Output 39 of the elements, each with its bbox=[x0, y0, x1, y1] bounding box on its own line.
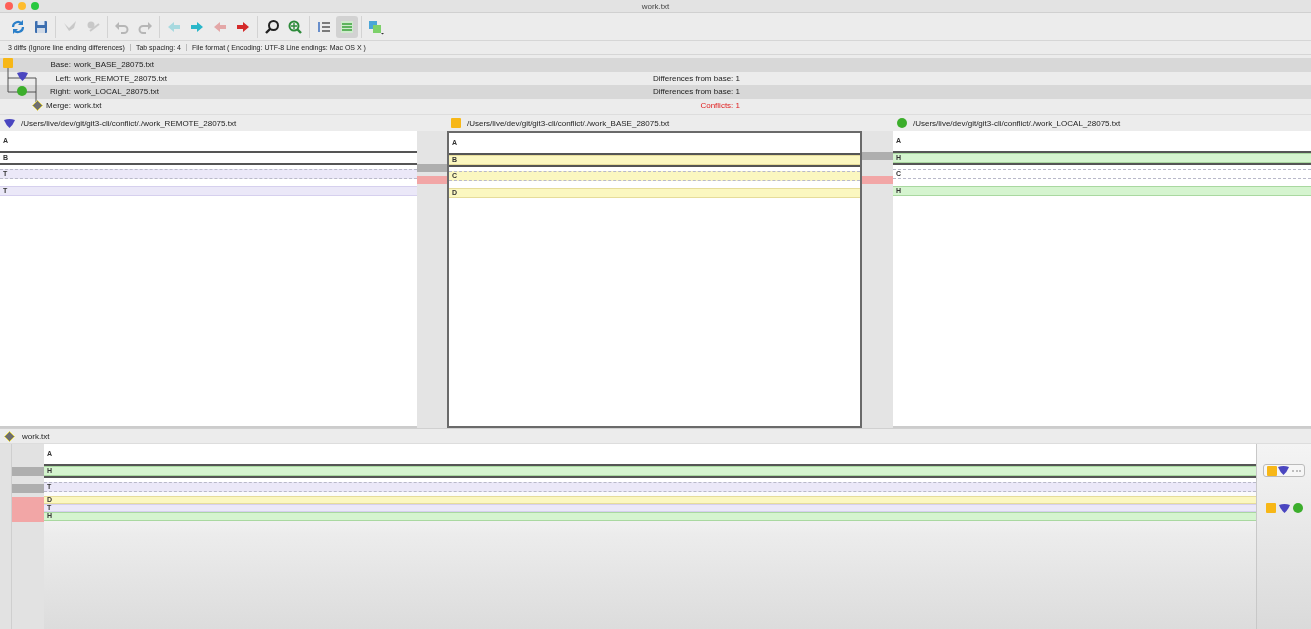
file-name: work_BASE_28075.txt bbox=[74, 60, 156, 70]
conflict-count: Conflicts: 1 bbox=[700, 100, 740, 110]
circle-icon bbox=[17, 86, 27, 96]
circle-icon bbox=[897, 118, 907, 128]
shield-icon bbox=[1278, 466, 1289, 476]
square-icon bbox=[451, 118, 461, 128]
file-path: /Users/live/dev/git/git3-cli/conflict/./work_BASE_28075.txt bbox=[467, 118, 670, 128]
resolve-choice-button[interactable] bbox=[1263, 464, 1305, 478]
square-icon bbox=[1265, 503, 1276, 513]
copy-icon bbox=[368, 18, 384, 35]
close-button[interactable] bbox=[5, 2, 13, 10]
square-icon bbox=[3, 58, 13, 68]
file-name: work_REMOTE_28075.txt bbox=[74, 73, 168, 83]
file-role-label: Base: bbox=[50, 60, 72, 70]
square-icon bbox=[1267, 465, 1277, 476]
magnifier-icon bbox=[287, 18, 303, 35]
difference-count: Differences from base: 1 bbox=[653, 73, 740, 83]
window-title: work.txt bbox=[641, 1, 670, 11]
save-icon bbox=[33, 18, 49, 35]
difference-count: Differences from base: 1 bbox=[653, 87, 740, 97]
file-role-label: Right: bbox=[50, 87, 72, 97]
circle-icon bbox=[1292, 503, 1303, 513]
file-name: work_LOCAL_28075.txt bbox=[74, 87, 160, 97]
file-path: /Users/live/dev/git/git3-cli/conflict/./work_LOCAL_28075.txt bbox=[913, 118, 1121, 128]
shield-icon bbox=[4, 118, 15, 128]
shield-icon bbox=[17, 72, 28, 81]
file-role-label: Merge: bbox=[46, 100, 72, 110]
diamond-icon bbox=[4, 430, 15, 442]
file-name: work.txt bbox=[22, 431, 50, 441]
zoom-button[interactable] bbox=[31, 2, 39, 10]
diff-lines-icon bbox=[339, 18, 355, 35]
file-role-label: Left: bbox=[55, 73, 72, 83]
shield-icon bbox=[1278, 503, 1290, 513]
diff-lines-button[interactable] bbox=[336, 15, 358, 38]
search-icon bbox=[264, 18, 280, 35]
file-name: work.txt bbox=[74, 100, 103, 110]
file-path: /Users/live/dev/git/git3-cli/conflict/./work_REMOTE_28075.txt bbox=[21, 118, 237, 128]
refresh-icon bbox=[10, 18, 26, 35]
minimize-button[interactable] bbox=[18, 2, 26, 10]
